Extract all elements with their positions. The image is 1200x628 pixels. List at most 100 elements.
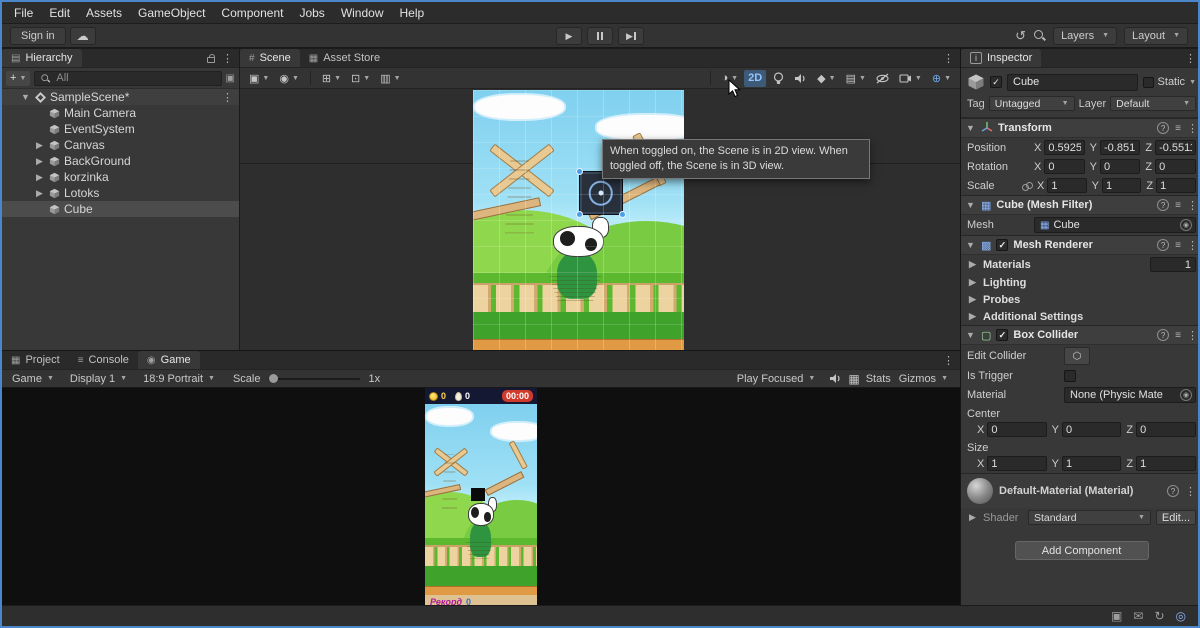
layer-dropdown[interactable]: Default ▼	[1110, 96, 1196, 111]
tab-console[interactable]: ≡ Console	[69, 351, 138, 369]
scale-x-input[interactable]	[1047, 178, 1087, 193]
add-component-button[interactable]: Add Component	[1014, 541, 1149, 560]
kebab-menu-icon[interactable]: ⋮	[1187, 199, 1198, 212]
help-icon[interactable]: ?	[1167, 485, 1179, 497]
size-y-input[interactable]	[1062, 456, 1122, 471]
foldout-open-icon[interactable]: ▼	[965, 123, 976, 133]
presets-icon[interactable]: ≡	[1175, 330, 1181, 341]
menu-edit[interactable]: Edit	[41, 3, 78, 23]
hierarchy-item-eventsystem[interactable]: EventSystem	[2, 121, 239, 137]
is-trigger-checkbox[interactable]	[1064, 370, 1076, 382]
menu-gameobject[interactable]: GameObject	[130, 3, 213, 23]
hierarchy-item-cube[interactable]: Cube	[2, 201, 239, 217]
lighting-foldout[interactable]: ▶ Lighting	[961, 274, 1198, 291]
help-icon[interactable]: ?	[1157, 199, 1170, 211]
edit-collider-button[interactable]: ⬡	[1064, 347, 1090, 365]
foldout-open-icon[interactable]: ▼	[20, 92, 31, 102]
box-collider-enabled-checkbox[interactable]: ✓	[996, 329, 1009, 341]
expand-arrow-icon[interactable]: ▶	[34, 188, 45, 199]
shader-dropdown[interactable]: Standard ▼	[1028, 510, 1151, 525]
tool-settings-button[interactable]: ▣ ▼	[245, 70, 273, 87]
game-viewport[interactable]: 0 0 00:00 Рекорд 0	[425, 388, 537, 608]
snap-move-button[interactable]: ⊞ ▼	[318, 70, 345, 87]
foldout-open-icon[interactable]: ▼	[965, 330, 976, 340]
lock-icon[interactable]	[207, 53, 215, 63]
scene-visibility-button[interactable]	[872, 70, 893, 87]
static-checkbox[interactable]	[1142, 76, 1154, 88]
expand-arrow-icon[interactable]: ▶	[967, 294, 978, 305]
mesh-filter-header[interactable]: ▼ ▦ Cube (Mesh Filter) ? ≡ ⋮	[961, 195, 1198, 215]
scene-audio-button[interactable]	[790, 70, 811, 87]
position-x-input[interactable]	[1044, 140, 1085, 155]
help-icon[interactable]: ?	[1157, 239, 1170, 251]
search-icon[interactable]	[1033, 29, 1046, 42]
menu-file[interactable]: File	[6, 3, 41, 23]
kebab-menu-icon[interactable]: ⋮	[222, 52, 233, 65]
hierarchy-item-lotoks[interactable]: ▶ Lotoks	[2, 185, 239, 201]
hierarchy-item-main-camera[interactable]: Main Camera	[2, 105, 239, 121]
menu-help[interactable]: Help	[392, 3, 433, 23]
hierarchy-item-background[interactable]: ▶ BackGround	[2, 153, 239, 169]
hierarchy-search-input[interactable]: All	[34, 70, 222, 86]
pause-button[interactable]	[587, 27, 613, 45]
play-focused-dropdown[interactable]: Play Focused ▼	[729, 373, 824, 385]
vsync-grid-icon[interactable]: ▦	[848, 372, 859, 386]
center-z-input[interactable]	[1136, 422, 1197, 437]
presets-icon[interactable]: ≡	[1175, 240, 1181, 251]
expand-arrow-icon[interactable]: ▶	[34, 156, 45, 167]
physic-material-field[interactable]: None (Physic Mate ◉	[1064, 387, 1196, 403]
hierarchy-item-korzinka[interactable]: ▶ korzinka	[2, 169, 239, 185]
snap-rotate-button[interactable]: ⊡ ▼	[347, 70, 374, 87]
materials-foldout[interactable]: ▶ Materials 1	[961, 255, 1198, 274]
draw-mode-button[interactable]: ◉ ▼	[275, 70, 303, 87]
menu-window[interactable]: Window	[333, 3, 392, 23]
scale-slider-thumb[interactable]	[269, 373, 279, 383]
material-header[interactable]: Default-Material (Material) ? ⋮	[961, 473, 1198, 508]
expand-arrow-icon[interactable]: ▶	[967, 512, 978, 523]
help-icon[interactable]: ?	[1157, 122, 1170, 134]
kebab-menu-icon[interactable]: ⋮	[943, 52, 954, 65]
progress-status-icon[interactable]: ◎	[1176, 609, 1186, 623]
game-view-dropdown[interactable]: Game ▼	[4, 370, 62, 387]
scene-camera-button[interactable]: ▼	[895, 70, 926, 87]
layout-dropdown[interactable]: Layout ▼	[1124, 26, 1188, 45]
scene-lighting-button[interactable]	[768, 70, 788, 87]
active-checkbox[interactable]: ✓	[990, 76, 1002, 88]
box-collider-header[interactable]: ▼ ▢ ✓ Box Collider ? ≡ ⋮	[961, 325, 1198, 345]
kebab-menu-icon[interactable]: ⋮	[1187, 329, 1198, 342]
scene-effects-button[interactable]: ◆ ▼	[813, 70, 839, 87]
rotation-x-input[interactable]	[1044, 159, 1085, 174]
mesh-object-field[interactable]: ▦ Cube ◉	[1034, 217, 1196, 233]
kebab-menu-icon[interactable]: ⋮	[1185, 485, 1196, 498]
position-y-input[interactable]	[1100, 140, 1141, 155]
kebab-menu-icon[interactable]: ⋮	[1185, 52, 1196, 65]
help-icon[interactable]: ?	[1157, 329, 1170, 341]
rotation-y-input[interactable]	[1100, 159, 1141, 174]
create-button[interactable]: + ▼	[6, 70, 31, 86]
tab-hierarchy[interactable]: ▤ Hierarchy	[2, 49, 82, 67]
mesh-renderer-enabled-checkbox[interactable]: ✓	[996, 239, 1009, 251]
undo-history-icon[interactable]: ↺	[1015, 28, 1026, 44]
tab-game[interactable]: ◉ Game	[137, 351, 200, 369]
tab-asset-store[interactable]: ▦ Asset Store	[300, 49, 389, 67]
kebab-menu-icon[interactable]: ⋮	[1187, 239, 1198, 252]
center-y-input[interactable]	[1062, 422, 1122, 437]
scene-overlays-button[interactable]: ▤ ▼	[842, 70, 870, 87]
scene-picker-icon[interactable]: ▣	[226, 73, 235, 84]
refresh-icon[interactable]: ↻	[1154, 609, 1164, 623]
scale-y-input[interactable]	[1102, 178, 1142, 193]
materials-count-field[interactable]: 1	[1150, 257, 1196, 272]
transform-header[interactable]: ▼ Transform ? ≡ ⋮	[961, 118, 1198, 138]
size-x-input[interactable]	[987, 456, 1047, 471]
selection-handle[interactable]	[575, 211, 583, 219]
sign-in-button[interactable]: Sign in	[10, 26, 66, 45]
kebab-menu-icon[interactable]: ⋮	[943, 354, 954, 367]
expand-arrow-icon[interactable]: ▶	[967, 259, 978, 270]
message-icon[interactable]: ✉	[1133, 609, 1143, 623]
foldout-open-icon[interactable]: ▼	[965, 240, 976, 250]
scene-viewport[interactable]: When toggled on, the Scene is in 2D view…	[240, 89, 960, 350]
display-dropdown[interactable]: Display 1 ▼	[62, 370, 135, 387]
menu-component[interactable]: Component	[213, 3, 291, 23]
size-z-input[interactable]	[1136, 456, 1197, 471]
rotation-z-input[interactable]	[1155, 159, 1197, 174]
